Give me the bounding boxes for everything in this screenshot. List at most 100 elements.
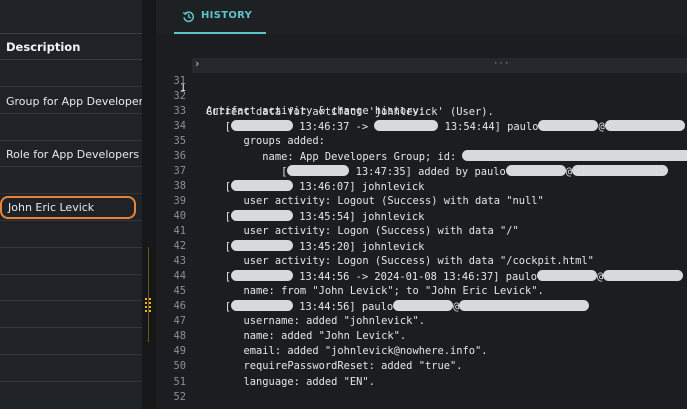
code-text-segment: name: App Developers Group; id: <box>206 150 463 163</box>
line-number: 34 <box>173 119 186 132</box>
redacted-text-block <box>231 179 294 191</box>
code-line: 52 <box>156 391 687 406</box>
code-line: 36 name: App Developers Group; id: <box>156 149 687 165</box>
code-line-text: Artifact activity & change history: <box>206 105 425 117</box>
code-text-segment: [ <box>206 301 232 314</box>
code-text-segment: 13:44:56 -> 2024-01-08 13:46:37] paulo <box>293 271 538 284</box>
code-text-segment: 13:46:37 -> <box>293 120 375 133</box>
tab-history-label: HISTORY <box>201 10 253 21</box>
splitter-grip-icon[interactable] <box>145 298 153 312</box>
code-text-segment: name: from "John Levick"; to "John Eric … <box>206 285 544 298</box>
splitter-highlight <box>148 247 149 342</box>
code-text-segment: email: added "johnlevick@nowhere.info". <box>206 345 488 358</box>
redacted-text-block <box>462 149 687 161</box>
code-line: 49 email: added "johnlevick@nowhere.info… <box>156 345 687 360</box>
history-icon <box>182 11 195 23</box>
code-text-segment: 13:44:56] paulo <box>293 301 394 314</box>
code-line-text: [ 13:44:56 -> 2024-01-08 13:46:37] paulo… <box>206 270 684 284</box>
code-line: 45 name: from "John Levick"; to "John Er… <box>156 285 687 300</box>
table-row[interactable]: John Eric Levick <box>0 194 142 221</box>
code-text-segment: groups added: <box>206 134 325 147</box>
code-line: 39 user activity: Logout (Success) with … <box>156 195 687 210</box>
folded-region-marker[interactable]: ··· <box>493 59 509 69</box>
code-text-segment: [ <box>206 210 232 223</box>
code-text-segment: 13:46:07] johnlevick <box>293 180 425 193</box>
code-line: 31 <box>156 75 687 90</box>
code-line: 41 user activity: Logon (Success) with d… <box>156 225 687 240</box>
redacted-text-block <box>538 119 599 131</box>
code-line: 46 [ 13:44:56] paulo @ <box>156 300 687 315</box>
description-column-header[interactable]: Description <box>0 33 142 60</box>
code-line-text: email: added "johnlevick@nowhere.info". <box>206 345 488 357</box>
active-line-highlight <box>192 58 687 73</box>
redacted-text-block <box>604 119 685 131</box>
code-line: 43 user activity: Logon (Success) with d… <box>156 255 687 270</box>
table-row[interactable] <box>0 114 142 141</box>
code-line-text: [ 13:46:07] johnlevick <box>206 179 425 193</box>
code-line: 40 [ 13:45:54] johnlevick <box>156 209 687 225</box>
table-row[interactable] <box>0 274 142 302</box>
line-number: 42 <box>173 240 186 253</box>
line-number: 35 <box>173 134 186 147</box>
pane-splitter[interactable] <box>142 0 156 409</box>
redacted-text-block <box>374 119 439 131</box>
table-row[interactable] <box>0 60 142 87</box>
table-row[interactable] <box>0 221 142 248</box>
code-line-text: [ 13:44:56] paulo @ <box>206 300 590 314</box>
line-number: 41 <box>173 225 186 237</box>
redacted-text-block <box>459 300 590 312</box>
row-label: Group for App Developers <box>6 94 149 108</box>
tab-history[interactable]: HISTORY <box>174 0 266 34</box>
code-line: 44 [ 13:44:56 -> 2024-01-08 13:46:37] pa… <box>156 270 687 285</box>
code-line: 47 username: added "johnlevick". <box>156 315 687 330</box>
code-line: 37 [ 13:47:35] added by paulo @ <box>156 164 687 180</box>
code-line-text: [ 13:46:37 -> 13:54:44] paulo @ <box>206 119 685 133</box>
code-text-segment: user activity: Logout (Success) with dat… <box>206 194 544 207</box>
code-line-text: [ 13:47:35] added by paulo @ <box>206 164 668 178</box>
code-line-text: [ 13:45:20] johnlevick <box>206 240 424 253</box>
code-line-text: user activity: Logon (Success) with data… <box>206 225 519 237</box>
code-line-text: name: App Developers Group; id: <box>206 149 687 163</box>
redacted-text-block <box>231 119 294 131</box>
code-line-text: username: added "johnlevick". <box>206 315 425 327</box>
line-number: 33 <box>173 104 186 117</box>
redacted-text-block <box>287 164 350 176</box>
tab-bar: HISTORY <box>156 0 687 34</box>
line-number: 51 <box>173 375 186 388</box>
redacted-text-block <box>231 209 294 221</box>
line-number: 44 <box>173 270 186 283</box>
table-row[interactable] <box>0 248 142 275</box>
line-number: 49 <box>173 345 186 358</box>
code-text-segment: 13:54:44] paulo <box>438 120 539 133</box>
line-number: 37 <box>173 164 186 177</box>
redacted-text-block <box>393 300 454 312</box>
code-text-segment: language: added "EN". <box>206 375 375 388</box>
code-text-segment: [ <box>206 180 232 193</box>
table-row[interactable]: Role for App Developers <box>0 140 142 168</box>
line-number: 48 <box>173 330 186 343</box>
code-line-first: 1 › Current data for artifact 'johnlevic… <box>156 58 687 118</box>
fold-chevron-icon[interactable]: › <box>194 58 200 70</box>
code-text-segment: [ <box>206 165 288 178</box>
code-line: 38 [ 13:46:07] johnlevick <box>156 179 687 195</box>
line-number: 31 <box>173 74 186 87</box>
code-text-segment: [ <box>206 241 232 254</box>
code-text-segment: username: added "johnlevick". <box>206 315 425 328</box>
history-text-viewer[interactable]: 1 › Current data for artifact 'johnlevic… <box>156 58 687 409</box>
table-row[interactable] <box>0 328 142 355</box>
line-number: 32 <box>173 89 186 102</box>
table-row[interactable] <box>0 355 142 382</box>
table-row[interactable] <box>0 167 142 195</box>
line-number: 39 <box>173 194 186 207</box>
code-text-segment: name: added "John Levick". <box>206 330 407 343</box>
table-row[interactable] <box>0 301 142 329</box>
code-text-segment: @ <box>565 165 572 178</box>
table-row[interactable]: Group for App Developers <box>0 87 149 114</box>
line-number: 43 <box>173 255 186 268</box>
selected-row-label: John Eric Levick <box>0 196 136 219</box>
row-label: Role for App Developers <box>6 148 140 162</box>
redacted-text-block <box>231 240 294 252</box>
code-line-text: name: from "John Levick"; to "John Eric … <box>206 285 544 297</box>
line-number: 45 <box>173 285 186 298</box>
line-number: 50 <box>173 360 186 373</box>
